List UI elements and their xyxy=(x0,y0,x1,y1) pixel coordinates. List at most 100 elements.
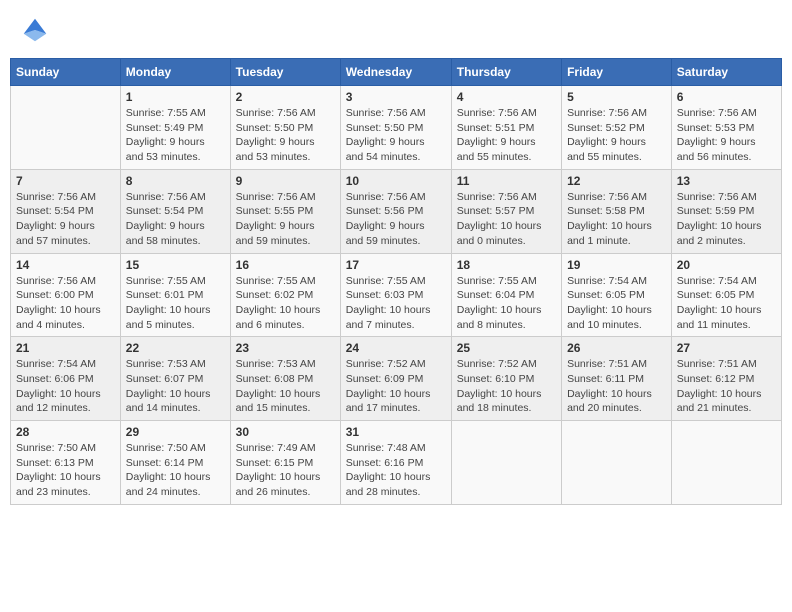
calendar-cell: 15 Sunrise: 7:55 AM Sunset: 6:01 PM Dayli… xyxy=(120,253,230,337)
day-info: Sunrise: 7:53 AM Sunset: 6:07 PM Dayligh… xyxy=(126,357,225,416)
day-number: 20 xyxy=(677,258,776,272)
day-info: Sunrise: 7:56 AM Sunset: 5:52 PM Dayligh… xyxy=(567,106,666,165)
day-number: 1 xyxy=(126,90,225,104)
calendar-cell: 10 Sunrise: 7:56 AM Sunset: 5:56 PM Dayli… xyxy=(340,169,451,253)
calendar-cell: 24 Sunrise: 7:52 AM Sunset: 6:09 PM Dayli… xyxy=(340,337,451,421)
calendar-cell: 31 Sunrise: 7:48 AM Sunset: 6:16 PM Dayli… xyxy=(340,421,451,505)
day-info: Sunrise: 7:51 AM Sunset: 6:11 PM Dayligh… xyxy=(567,357,666,416)
calendar-cell: 21Sunrise: 7:54 AM Sunset: 6:06 PM Dayli… xyxy=(11,337,121,421)
weekday-header-monday: Monday xyxy=(120,59,230,86)
calendar-cell xyxy=(451,421,561,505)
logo-icon xyxy=(20,15,50,45)
day-info: Sunrise: 7:52 AM Sunset: 6:10 PM Dayligh… xyxy=(457,357,556,416)
day-number: 9 xyxy=(236,174,335,188)
day-number: 24 xyxy=(346,341,446,355)
day-info: Sunrise: 7:56 AM Sunset: 5:51 PM Dayligh… xyxy=(457,106,556,165)
day-info: Sunrise: 7:56 AM Sunset: 5:50 PM Dayligh… xyxy=(346,106,446,165)
calendar-cell: 9 Sunrise: 7:56 AM Sunset: 5:55 PM Daylig… xyxy=(230,169,340,253)
weekday-header-friday: Friday xyxy=(562,59,672,86)
day-number: 14 xyxy=(16,258,115,272)
day-number: 2 xyxy=(236,90,335,104)
day-number: 18 xyxy=(457,258,556,272)
logo xyxy=(20,15,54,45)
calendar-cell: 29Sunrise: 7:50 AM Sunset: 6:14 PM Dayli… xyxy=(120,421,230,505)
day-number: 25 xyxy=(457,341,556,355)
calendar-cell: 20 Sunrise: 7:54 AM Sunset: 6:05 PM Dayli… xyxy=(671,253,781,337)
day-number: 27 xyxy=(677,341,776,355)
day-info: Sunrise: 7:53 AM Sunset: 6:08 PM Dayligh… xyxy=(236,357,335,416)
calendar-cell: 5 Sunrise: 7:56 AM Sunset: 5:52 PM Daylig… xyxy=(562,86,672,170)
day-info: Sunrise: 7:56 AM Sunset: 5:56 PM Dayligh… xyxy=(346,190,446,249)
day-info: Sunrise: 7:55 AM Sunset: 5:49 PM Dayligh… xyxy=(126,106,225,165)
day-info: Sunrise: 7:55 AM Sunset: 6:03 PM Dayligh… xyxy=(346,274,446,333)
calendar-cell xyxy=(11,86,121,170)
day-info: Sunrise: 7:55 AM Sunset: 6:04 PM Dayligh… xyxy=(457,274,556,333)
day-number: 3 xyxy=(346,90,446,104)
day-info: Sunrise: 7:55 AM Sunset: 6:01 PM Dayligh… xyxy=(126,274,225,333)
day-info: Sunrise: 7:54 AM Sunset: 6:05 PM Dayligh… xyxy=(567,274,666,333)
day-info: Sunrise: 7:56 AM Sunset: 5:54 PM Dayligh… xyxy=(16,190,115,249)
day-info: Sunrise: 7:49 AM Sunset: 6:15 PM Dayligh… xyxy=(236,441,335,500)
day-number: 16 xyxy=(236,258,335,272)
calendar-table: SundayMondayTuesdayWednesdayThursdayFrid… xyxy=(10,58,782,505)
day-number: 10 xyxy=(346,174,446,188)
day-number: 28 xyxy=(16,425,115,439)
calendar-cell: 19 Sunrise: 7:54 AM Sunset: 6:05 PM Dayli… xyxy=(562,253,672,337)
calendar-cell: 27Sunrise: 7:51 AM Sunset: 6:12 PM Dayli… xyxy=(671,337,781,421)
calendar-cell: 25 Sunrise: 7:52 AM Sunset: 6:10 PM Dayli… xyxy=(451,337,561,421)
calendar-cell: 6 Sunrise: 7:56 AM Sunset: 5:53 PM Daylig… xyxy=(671,86,781,170)
calendar-cell: 8 Sunrise: 7:56 AM Sunset: 5:54 PM Daylig… xyxy=(120,169,230,253)
day-info: Sunrise: 7:56 AM Sunset: 5:54 PM Dayligh… xyxy=(126,190,225,249)
day-number: 23 xyxy=(236,341,335,355)
day-info: Sunrise: 7:56 AM Sunset: 5:57 PM Dayligh… xyxy=(457,190,556,249)
day-info: Sunrise: 7:56 AM Sunset: 5:58 PM Dayligh… xyxy=(567,190,666,249)
weekday-header-tuesday: Tuesday xyxy=(230,59,340,86)
day-number: 13 xyxy=(677,174,776,188)
day-info: Sunrise: 7:48 AM Sunset: 6:16 PM Dayligh… xyxy=(346,441,446,500)
page-header xyxy=(10,10,782,50)
day-info: Sunrise: 7:56 AM Sunset: 6:00 PM Dayligh… xyxy=(16,274,115,333)
day-number: 30 xyxy=(236,425,335,439)
day-info: Sunrise: 7:50 AM Sunset: 6:13 PM Dayligh… xyxy=(16,441,115,500)
calendar-week-row: 21Sunrise: 7:54 AM Sunset: 6:06 PM Dayli… xyxy=(11,337,782,421)
calendar-cell: 1 Sunrise: 7:55 AM Sunset: 5:49 PM Daylig… xyxy=(120,86,230,170)
calendar-week-row: 1 Sunrise: 7:55 AM Sunset: 5:49 PM Daylig… xyxy=(11,86,782,170)
calendar-header-row: SundayMondayTuesdayWednesdayThursdayFrid… xyxy=(11,59,782,86)
day-info: Sunrise: 7:56 AM Sunset: 5:50 PM Dayligh… xyxy=(236,106,335,165)
calendar-cell xyxy=(562,421,672,505)
day-number: 7 xyxy=(16,174,115,188)
calendar-cell xyxy=(671,421,781,505)
calendar-cell: 7 Sunrise: 7:56 AM Sunset: 5:54 PM Daylig… xyxy=(11,169,121,253)
day-number: 15 xyxy=(126,258,225,272)
calendar-cell: 14 Sunrise: 7:56 AM Sunset: 6:00 PM Dayli… xyxy=(11,253,121,337)
day-info: Sunrise: 7:56 AM Sunset: 5:53 PM Dayligh… xyxy=(677,106,776,165)
calendar-cell: 23 Sunrise: 7:53 AM Sunset: 6:08 PM Dayli… xyxy=(230,337,340,421)
calendar-cell: 12Sunrise: 7:56 AM Sunset: 5:58 PM Dayli… xyxy=(562,169,672,253)
day-number: 11 xyxy=(457,174,556,188)
day-number: 5 xyxy=(567,90,666,104)
calendar-cell: 26 Sunrise: 7:51 AM Sunset: 6:11 PM Dayli… xyxy=(562,337,672,421)
day-info: Sunrise: 7:52 AM Sunset: 6:09 PM Dayligh… xyxy=(346,357,446,416)
day-info: Sunrise: 7:54 AM Sunset: 6:05 PM Dayligh… xyxy=(677,274,776,333)
day-number: 31 xyxy=(346,425,446,439)
calendar-week-row: 7 Sunrise: 7:56 AM Sunset: 5:54 PM Daylig… xyxy=(11,169,782,253)
weekday-header-sunday: Sunday xyxy=(11,59,121,86)
calendar-cell: 2 Sunrise: 7:56 AM Sunset: 5:50 PM Daylig… xyxy=(230,86,340,170)
day-info: Sunrise: 7:55 AM Sunset: 6:02 PM Dayligh… xyxy=(236,274,335,333)
calendar-cell: 16 Sunrise: 7:55 AM Sunset: 6:02 PM Dayli… xyxy=(230,253,340,337)
day-number: 26 xyxy=(567,341,666,355)
day-info: Sunrise: 7:56 AM Sunset: 5:55 PM Dayligh… xyxy=(236,190,335,249)
calendar-cell: 13 Sunrise: 7:56 AM Sunset: 5:59 PM Dayli… xyxy=(671,169,781,253)
day-number: 6 xyxy=(677,90,776,104)
weekday-header-thursday: Thursday xyxy=(451,59,561,86)
day-number: 19 xyxy=(567,258,666,272)
calendar-week-row: 14 Sunrise: 7:56 AM Sunset: 6:00 PM Dayli… xyxy=(11,253,782,337)
day-number: 8 xyxy=(126,174,225,188)
calendar-cell: 11 Sunrise: 7:56 AM Sunset: 5:57 PM Dayli… xyxy=(451,169,561,253)
day-number: 29 xyxy=(126,425,225,439)
weekday-header-saturday: Saturday xyxy=(671,59,781,86)
day-info: Sunrise: 7:56 AM Sunset: 5:59 PM Dayligh… xyxy=(677,190,776,249)
calendar-cell: 3 Sunrise: 7:56 AM Sunset: 5:50 PM Daylig… xyxy=(340,86,451,170)
calendar-cell: 22Sunrise: 7:53 AM Sunset: 6:07 PM Dayli… xyxy=(120,337,230,421)
weekday-header-wednesday: Wednesday xyxy=(340,59,451,86)
